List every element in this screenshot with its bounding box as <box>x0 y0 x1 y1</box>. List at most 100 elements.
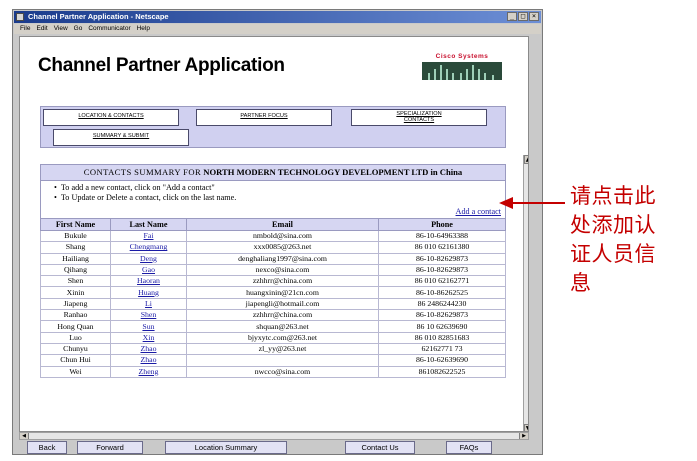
menu-bar: File Edit View Go Communicator Help <box>14 24 541 34</box>
faqs-button[interactable]: FAQs <box>446 441 492 454</box>
menu-go[interactable]: Go <box>74 24 83 34</box>
menu-communicator[interactable]: Communicator <box>88 24 130 34</box>
last-name-link[interactable]: Fai <box>144 231 154 240</box>
last-name-link[interactable]: Zheng <box>139 367 159 376</box>
first-name-cell: Xinin <box>66 287 85 297</box>
table-row: Xinin Huang huangxinin@21cn.com 86-10-86262… <box>40 286 506 299</box>
phone-column: 861082622525 <box>378 365 506 378</box>
menu-view[interactable]: View <box>54 24 68 34</box>
add-contact-row: Add a contact <box>40 206 506 218</box>
annotation-line-3: 证人员信 <box>570 242 656 266</box>
last-name-link[interactable]: Shen <box>141 310 157 319</box>
tab-partner-focus[interactable]: PARTNER FOCUS <box>196 109 332 126</box>
first-name-cell: Chun Hui <box>60 355 91 365</box>
last-column: Gao <box>110 263 187 277</box>
first-column: Shang <box>40 241 111 254</box>
first-name-cell: Hailiang <box>62 253 89 263</box>
email-cell: shquan@263.net <box>256 321 309 331</box>
phone-column: 86-10-62639690 <box>378 354 506 367</box>
first-column: Jiapeng <box>40 297 111 311</box>
scroll-up-arrow-icon[interactable]: ▲ <box>524 155 528 164</box>
last-name-link[interactable]: Haoran <box>137 276 160 285</box>
page-title: Channel Partner Application <box>38 55 285 76</box>
scroll-right-arrow-icon[interactable]: ▶ <box>519 433 528 439</box>
phone-cell: 62162771 73 <box>421 344 463 354</box>
menu-file[interactable]: File <box>20 24 30 34</box>
column-header-last-name: Last Name <box>110 218 187 231</box>
table-row: Qihang Gao nexco@sina.com 86-10-82629873 <box>40 263 506 277</box>
last-name-link[interactable]: Deng <box>140 254 157 263</box>
email-column: xxx0085@263.net <box>186 241 379 254</box>
last-column: Fai <box>110 229 187 243</box>
phone-column: 62162771 73 <box>378 342 506 356</box>
phone-cell: 86-10-82629873 <box>416 265 468 275</box>
phone-column: 86 010 62161380 <box>378 241 506 254</box>
menu-edit[interactable]: Edit <box>36 24 47 34</box>
tab-summary-submit[interactable]: SUMMARY & SUBMIT <box>53 129 189 146</box>
maximize-button[interactable]: □ <box>518 12 528 21</box>
summary-header: CONTACTS SUMMARY FOR NORTH MODERN TECHNO… <box>40 164 506 181</box>
first-column: Hong Quan <box>40 320 111 333</box>
email-cell: denghaliang1997@sina.com <box>238 253 327 263</box>
column-header-first-name: First Name <box>40 218 111 231</box>
back-button[interactable]: Back <box>27 441 67 454</box>
last-column: Deng <box>110 252 187 265</box>
tab-specialization-contacts[interactable]: SPECIALIZATION CONTACTS <box>351 109 487 126</box>
first-column: Hailiang <box>40 252 111 265</box>
scroll-left-arrow-icon[interactable]: ◀ <box>20 433 29 439</box>
first-column: Xinin <box>40 286 111 299</box>
phone-column: 86-10-82629873 <box>378 252 506 265</box>
first-name-cell: Wei <box>69 366 82 376</box>
last-name-link[interactable]: Xin <box>143 333 155 342</box>
table-row: Shang Chengmang xxx0085@263.net 86 010 6216… <box>40 241 506 254</box>
table-row: Hailiang Deng denghaliang1997@sina.com 86-1… <box>40 252 506 265</box>
last-name-link[interactable]: Huang <box>138 288 159 297</box>
instruction-update: To Update or Delete a contact, click on … <box>61 193 505 203</box>
column-header-phone: Phone <box>378 218 506 231</box>
first-column: Bukule <box>40 229 111 243</box>
last-column: Zhao <box>110 354 187 367</box>
table-row: Wei Zheng nwcco@sina.com 861082622525 <box>40 365 506 378</box>
first-name-cell: Shen <box>67 276 84 286</box>
last-name-link[interactable]: Zhao <box>140 344 156 353</box>
table-row: Jiapeng Li jiapengli@hotmail.com 86 2486244… <box>40 297 506 311</box>
menu-help[interactable]: Help <box>137 24 150 34</box>
email-cell: nwcco@sina.com <box>254 366 311 376</box>
contact-us-button[interactable]: Contact Us <box>345 441 415 454</box>
last-column: Li <box>110 297 187 311</box>
last-name-link[interactable]: Li <box>145 299 152 308</box>
last-column: Zhao <box>110 342 187 356</box>
minimize-button[interactable]: _ <box>507 12 517 21</box>
email-cell: zl_yy@263.net <box>258 344 307 354</box>
email-column: bjyxytc.com@263.net <box>186 331 379 344</box>
last-name-link[interactable]: Sun <box>142 322 154 331</box>
last-name-link[interactable]: Zhao <box>140 355 156 364</box>
email-column: zzhhrr@china.com <box>186 309 379 322</box>
phone-column: 86-10-86262525 <box>378 286 506 299</box>
last-name-link[interactable]: Gao <box>142 265 155 274</box>
email-cell: bjyxytc.com@263.net <box>247 332 318 342</box>
phone-column: 86-10-82629873 <box>378 309 506 322</box>
phone-cell: 86-10-82629873 <box>416 253 468 263</box>
first-name-cell: Jiapeng <box>63 298 88 308</box>
first-name-cell: Luo <box>69 332 82 342</box>
horizontal-scrollbar[interactable]: ◀ ▶ <box>19 432 529 440</box>
cisco-logo-text: Cisco Systems <box>435 53 489 60</box>
table-row: Chunyu Zhao zl_yy@263.net 62162771 73 <box>40 342 506 356</box>
annotation-line-1: 请点击此 <box>570 184 656 208</box>
last-column: Haoran <box>110 275 187 288</box>
phone-cell: 86 2486244230 <box>417 298 467 308</box>
contacts-summary: CONTACTS SUMMARY FOR NORTH MODERN TECHNO… <box>40 164 506 378</box>
forward-button[interactable]: Forward <box>77 441 143 454</box>
email-cell: jiapengli@hotmail.com <box>245 298 320 308</box>
netscape-icon <box>16 13 24 21</box>
tab-location-contacts[interactable]: LOCATION & CONTACTS <box>43 109 179 126</box>
last-name-link[interactable]: Chengmang <box>130 242 168 251</box>
add-contact-link[interactable]: Add a contact <box>456 207 501 216</box>
scroll-down-arrow-icon[interactable]: ▼ <box>524 424 528 431</box>
last-column: Sun <box>110 320 187 333</box>
email-cell: huangxinin@21cn.com <box>246 287 319 297</box>
close-button[interactable]: × <box>529 12 539 21</box>
last-column: Huang <box>110 286 187 299</box>
location-summary-button[interactable]: Location Summary <box>165 441 287 454</box>
